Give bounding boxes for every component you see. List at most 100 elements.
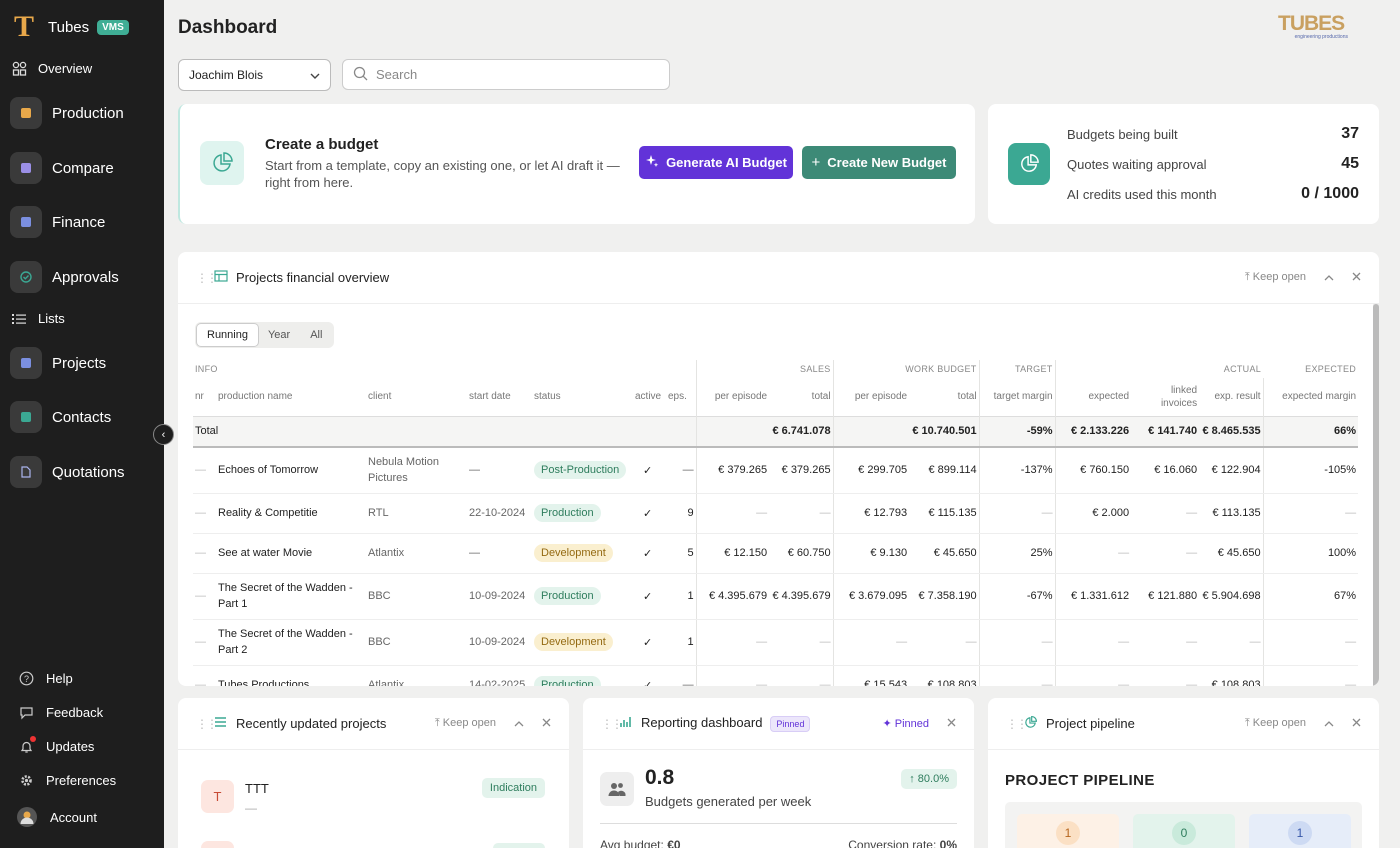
table-row[interactable]: — See at water Movie Atlantix — Developm… <box>193 533 1359 574</box>
scrollbar-thumb[interactable] <box>1373 304 1379 686</box>
cell-target-margin: — <box>978 493 1056 534</box>
drag-handle-icon[interactable]: ⋮⋮ <box>196 271 218 285</box>
keep-open-button[interactable]: ⤒ Keep open <box>435 717 496 730</box>
period-tabs: Running Year All <box>195 322 335 348</box>
collapse-panel-button[interactable] <box>1324 718 1334 730</box>
close-panel-button[interactable] <box>1352 718 1361 730</box>
col-wb-per-episode[interactable]: per episode <box>832 378 910 416</box>
nav-quotations[interactable]: Quotations <box>10 456 125 488</box>
nav-contacts[interactable]: Contacts <box>10 401 111 433</box>
collapse-panel-button[interactable] <box>1324 272 1334 284</box>
pipeline-column[interactable]: 0 <box>1133 814 1235 848</box>
group-sales: SALES <box>695 360 834 378</box>
close-panel-button[interactable] <box>947 718 956 730</box>
keep-open-button[interactable]: ⤒ Keep open <box>1245 717 1306 730</box>
col-linked-invoices[interactable]: linked invoices <box>1131 378 1199 416</box>
nav-production[interactable]: Production <box>10 97 124 129</box>
group-target: TARGET <box>978 360 1056 378</box>
col-active[interactable]: active <box>633 378 666 416</box>
col-wb-total[interactable]: total <box>909 378 979 416</box>
nav-feedback[interactable]: Feedback <box>18 704 103 720</box>
group-expected: EXPECTED <box>1305 364 1357 374</box>
table-row[interactable]: — The Secret of the Wadden - Part 1 BBC … <box>193 573 1359 620</box>
close-panel-button[interactable] <box>1352 272 1361 284</box>
conversion-rate-value: 0% <box>939 838 957 848</box>
brand[interactable]: T Tubes VMS <box>14 12 129 42</box>
cell-exp-result: € 108.803 <box>1199 665 1264 686</box>
cell-wb-per-episode: € 15.543 <box>832 665 910 686</box>
col-sales-total[interactable]: total <box>769 378 833 416</box>
table-row[interactable]: — The Secret of the Wadden - Part 2 BBC … <box>193 619 1359 666</box>
kpi-change-badge: ↑ 80.0% <box>901 769 957 789</box>
drag-handle-icon[interactable]: ⋮⋮ <box>601 717 623 731</box>
nav-preferences[interactable]: Preferences <box>18 772 116 788</box>
users-icon <box>600 772 634 806</box>
project-name[interactable]: TTT <box>245 781 269 796</box>
col-eps[interactable]: eps. <box>666 378 696 416</box>
sidebar: T Tubes VMS Overview Production Compare … <box>0 0 164 848</box>
cell-target-margin: — <box>978 619 1056 666</box>
close-panel-button[interactable] <box>542 718 551 730</box>
total-wb-total: € 10.740.501 <box>909 415 980 448</box>
col-nr[interactable]: nr <box>193 378 216 416</box>
nav-lists[interactable]: Lists <box>10 311 65 326</box>
col-start-date[interactable]: start date <box>467 378 532 416</box>
table-row[interactable]: — Echoes of Tomorrow Nebula Motion Pictu… <box>193 447 1359 494</box>
nav-compare[interactable]: Compare <box>10 152 114 184</box>
panel-title-text: Reporting dashboard <box>641 715 763 730</box>
tab-running[interactable]: Running <box>197 324 258 346</box>
stat-value: 37 <box>1341 125 1359 142</box>
nav-updates[interactable]: Updates <box>18 736 95 754</box>
nav-finance[interactable]: Finance <box>10 206 105 238</box>
cell-sales-total: — <box>769 619 834 666</box>
generate-ai-budget-label: Generate AI Budget <box>666 155 787 170</box>
keep-open-button[interactable]: ⤒ Keep open <box>1245 271 1306 284</box>
pipeline-column[interactable]: 1 <box>1249 814 1351 848</box>
col-sales-per-episode[interactable]: per episode <box>695 378 770 416</box>
col-target-margin[interactable]: target margin <box>978 378 1056 416</box>
create-new-budget-button[interactable]: + Create New Budget <box>802 146 956 179</box>
generate-ai-budget-button[interactable]: Generate AI Budget <box>639 146 793 179</box>
cell-wb-total: € 7.358.190 <box>909 573 980 620</box>
app-name: Tubes <box>48 18 90 36</box>
table-row[interactable]: — Tubes Productions Atlantix 14-02-2025 … <box>193 665 1359 686</box>
tab-all[interactable]: All <box>300 324 332 346</box>
nav-overview[interactable]: Overview <box>10 61 92 76</box>
col-status[interactable]: status <box>532 378 633 416</box>
pipeline-column[interactable]: 1 <box>1017 814 1119 848</box>
stat-label: Budgets being built <box>1067 126 1178 142</box>
cell-start-date: 14-02-2025 <box>467 665 532 686</box>
nav-approvals[interactable]: Approvals <box>10 261 119 293</box>
vertical-scrollbar[interactable] <box>1373 304 1379 686</box>
search-input[interactable] <box>376 67 646 82</box>
nav-help[interactable]: ? Help <box>18 670 73 686</box>
chevron-down-icon <box>310 68 320 82</box>
col-expected-margin[interactable]: expected margin <box>1262 378 1359 416</box>
cell-eps: — <box>666 447 697 494</box>
drag-handle-icon[interactable]: ⋮⋮ <box>196 717 218 731</box>
cell-expected-margin: -105% <box>1262 447 1359 494</box>
pinned-button[interactable]: ✦ Pinned <box>882 717 929 730</box>
cell-expected-margin: — <box>1262 619 1359 666</box>
tab-year[interactable]: Year <box>258 324 300 346</box>
nav-account[interactable]: Account <box>16 806 97 828</box>
nav-updates-label: Updates <box>46 738 95 754</box>
avg-budget-value: €0 <box>667 838 681 848</box>
col-production-name[interactable]: production name <box>216 378 366 416</box>
cell-wb-total: — <box>909 619 980 666</box>
total-expected-margin: 66% <box>1262 415 1359 448</box>
table-row[interactable]: — Reality & Competitie RTL 22-10-2024 Pr… <box>193 493 1359 534</box>
avatar <box>16 806 38 828</box>
drag-handle-icon[interactable]: ⋮⋮ <box>1006 717 1028 731</box>
collapse-panel-button[interactable] <box>514 718 524 730</box>
group-actual: ACTUAL <box>1054 360 1264 378</box>
status-badge <box>493 843 545 848</box>
nav-projects[interactable]: Projects <box>10 347 106 379</box>
user-select[interactable]: Joachim Blois <box>178 59 331 91</box>
col-expected[interactable]: expected <box>1054 378 1132 416</box>
col-client[interactable]: client <box>366 378 467 416</box>
col-exp-result[interactable]: exp. result <box>1199 378 1263 416</box>
sidebar-collapse-button[interactable]: ‹ <box>153 424 174 445</box>
bar-chart-icon <box>619 716 632 731</box>
cell-status: Post-Production <box>532 447 633 494</box>
